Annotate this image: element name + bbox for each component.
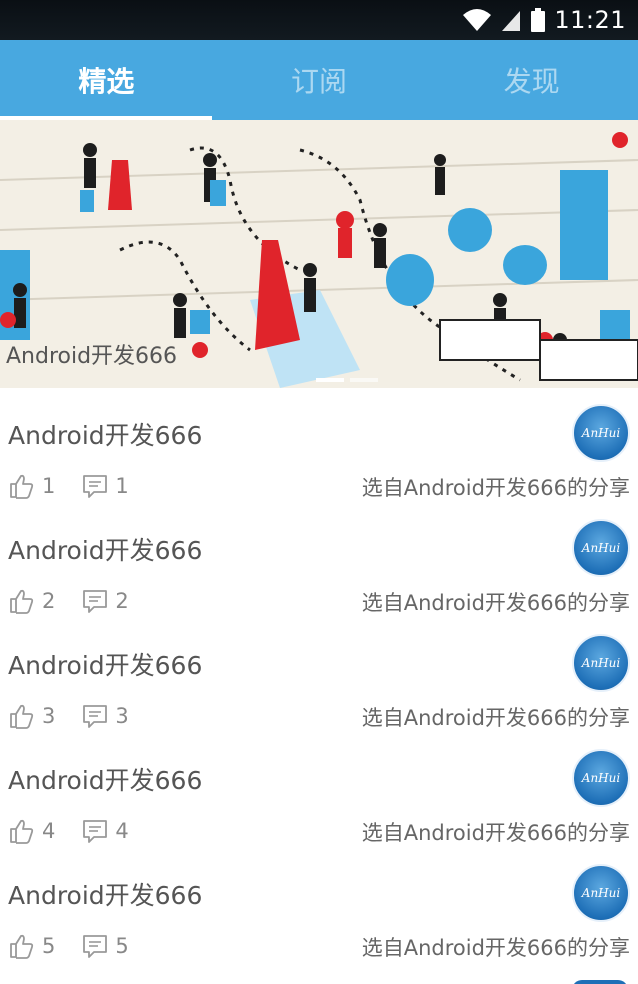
item-title: Android开发666 xyxy=(8,421,203,450)
comment-icon[interactable] xyxy=(81,472,109,500)
avatar[interactable]: AnHui xyxy=(572,749,630,807)
item-meta: 4 4 xyxy=(8,817,129,845)
item-title: Android开发666 xyxy=(8,651,203,680)
item-title: Android开发666 xyxy=(8,881,203,910)
item-source: 选自Android开发666的分享 xyxy=(361,706,630,730)
item-source: 选自Android开发666的分享 xyxy=(361,821,630,845)
list-item[interactable]: Android开发666 AnHui 5 5 选自Android开发666的分享 xyxy=(0,848,638,963)
item-meta: 3 3 xyxy=(8,702,129,730)
comment-count: 5 xyxy=(115,934,129,958)
list-item[interactable]: Android开发666 AnHui 3 3 选自Android开发666的分享 xyxy=(0,618,638,733)
page-dot xyxy=(350,378,378,382)
feed-list: Android开发666 AnHui 1 1 选自Android开发666的分享… xyxy=(0,388,638,963)
status-indicators: 11:21 xyxy=(462,4,626,36)
item-title: Android开发666 xyxy=(8,536,203,565)
banner-caption: Android开发666 xyxy=(6,344,178,369)
like-count: 3 xyxy=(42,704,56,728)
page-dot xyxy=(316,378,344,382)
next-item-avatar-peek xyxy=(572,980,628,984)
item-meta: 2 2 xyxy=(8,587,129,615)
item-meta: 1 1 xyxy=(8,472,129,500)
banner-page-indicator xyxy=(316,378,378,382)
comment-count: 4 xyxy=(115,819,129,843)
thumbs-up-icon[interactable] xyxy=(8,587,36,615)
comment-icon[interactable] xyxy=(81,817,109,845)
battery-icon xyxy=(531,8,546,32)
like-count: 5 xyxy=(42,934,56,958)
comment-icon[interactable] xyxy=(81,587,109,615)
item-source: 选自Android开发666的分享 xyxy=(361,936,630,960)
avatar[interactable]: AnHui xyxy=(572,519,630,577)
item-source: 选自Android开发666的分享 xyxy=(361,591,630,615)
clock: 11:21 xyxy=(554,6,626,34)
item-title: Android开发666 xyxy=(8,766,203,795)
avatar[interactable]: AnHui xyxy=(572,634,630,692)
like-count: 4 xyxy=(42,819,56,843)
top-tab-bar: 精选 订阅 发现 xyxy=(0,40,638,120)
thumbs-up-icon[interactable] xyxy=(8,932,36,960)
tab-discover[interactable]: 发现 xyxy=(425,40,638,120)
wifi-icon xyxy=(463,9,492,31)
thumbs-up-icon[interactable] xyxy=(8,817,36,845)
list-item[interactable]: Android开发666 AnHui 1 1 选自Android开发666的分享 xyxy=(0,388,638,503)
comment-icon[interactable] xyxy=(81,932,109,960)
tab-featured[interactable]: 精选 xyxy=(0,40,213,120)
tab-subscriptions[interactable]: 订阅 xyxy=(213,40,426,120)
item-meta: 5 5 xyxy=(8,932,129,960)
item-source: 选自Android开发666的分享 xyxy=(361,476,630,500)
signal-icon xyxy=(502,11,521,31)
like-count: 2 xyxy=(42,589,56,613)
comment-count: 2 xyxy=(115,589,129,613)
comment-count: 3 xyxy=(115,704,129,728)
avatar[interactable]: AnHui xyxy=(572,404,630,462)
status-bar: 11:21 xyxy=(0,0,638,40)
banner-carousel[interactable]: Android开发666 xyxy=(0,120,638,388)
like-count: 1 xyxy=(42,474,56,498)
list-item[interactable]: Android开发666 AnHui 4 4 选自Android开发666的分享 xyxy=(0,733,638,848)
comment-count: 1 xyxy=(115,474,129,498)
thumbs-up-icon[interactable] xyxy=(8,472,36,500)
avatar[interactable]: AnHui xyxy=(572,864,630,922)
comment-icon[interactable] xyxy=(81,702,109,730)
list-item[interactable]: Android开发666 AnHui 2 2 选自Android开发666的分享 xyxy=(0,503,638,618)
thumbs-up-icon[interactable] xyxy=(8,702,36,730)
